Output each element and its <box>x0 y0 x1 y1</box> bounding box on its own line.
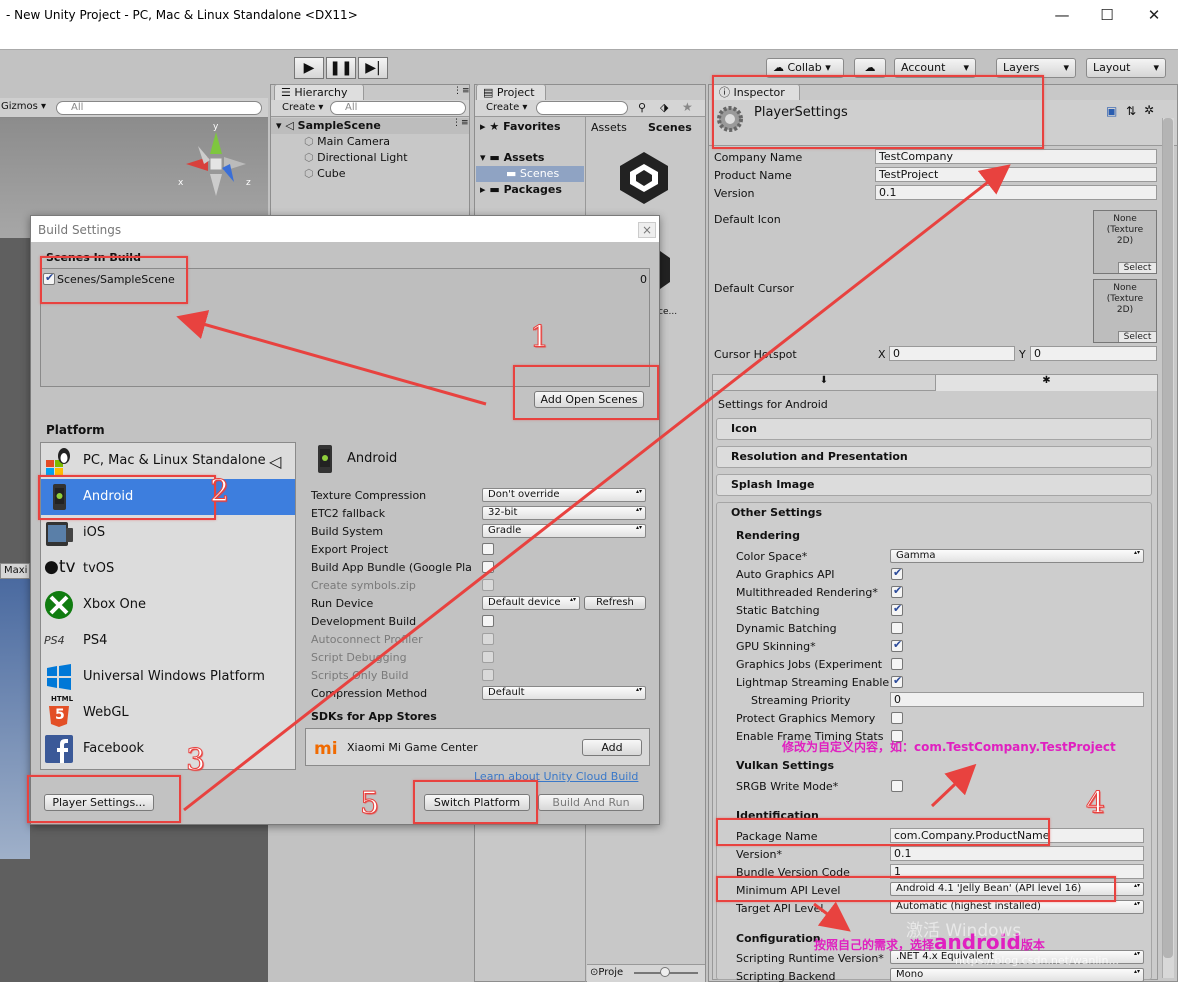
step-number-4: 4 <box>1085 786 1106 822</box>
screenshot-root: - New Unity Project - PC, Mac & Linux St… <box>0 0 1178 982</box>
step-number-5: 5 <box>359 786 380 822</box>
windows-watermark: 激活 Windows <box>906 921 1022 941</box>
step-number-1: 1 <box>529 320 550 356</box>
step-number-2: 2 <box>209 474 230 510</box>
note-api-part-c: 版本 <box>1020 938 1045 952</box>
step-number-3: 3 <box>185 743 206 779</box>
annotation-note-package: 修改为自定义内容，如：com.TestCompany.TestProject <box>782 740 1116 754</box>
blog-watermark: https://blog.csdn.net/wanlin... <box>955 954 1119 967</box>
annotation-arrows <box>176 164 1011 932</box>
